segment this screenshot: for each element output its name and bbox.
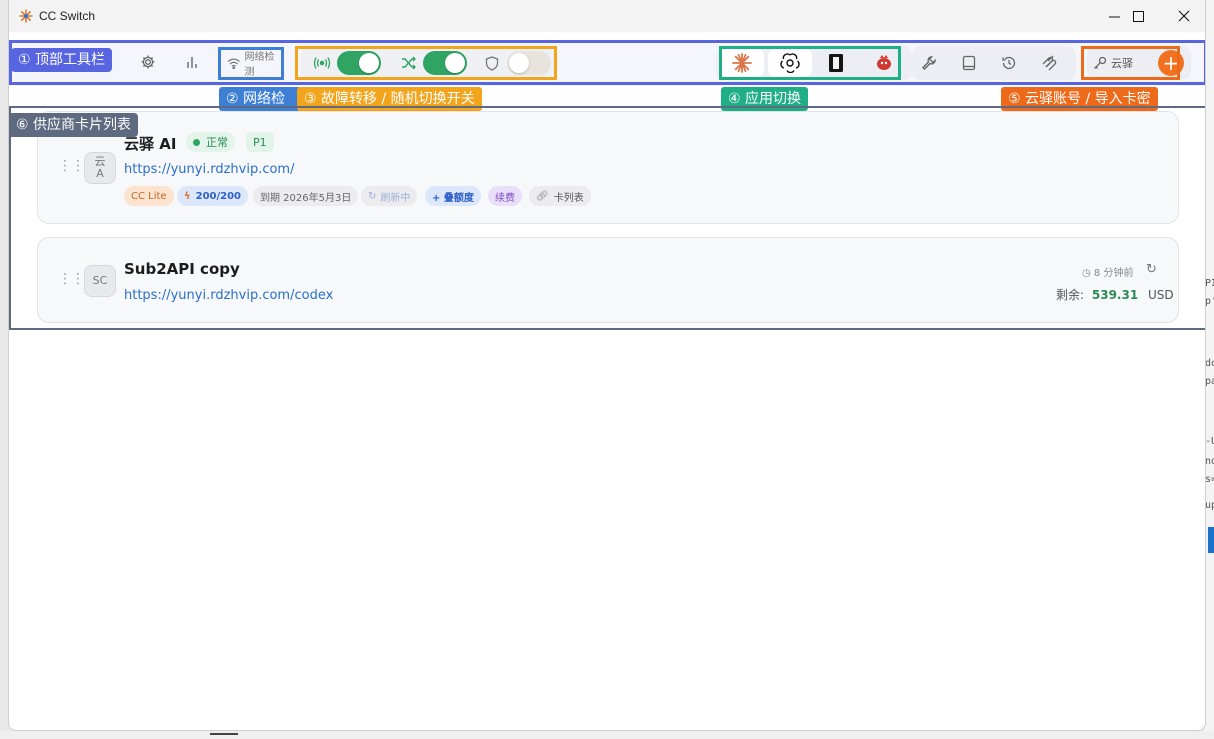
- shuffle-icon: [402, 56, 416, 70]
- avatar-text-line2: A: [96, 167, 104, 180]
- account-label: 云驿: [1111, 57, 1133, 70]
- app-tab-extra[interactable]: [862, 49, 906, 77]
- network-check-button[interactable]: 网络检测: [221, 49, 283, 78]
- network-check-label: 网络检测: [244, 52, 275, 78]
- balance-unit: USD: [1148, 288, 1174, 302]
- annotation-label-cards: ⑥ 供应商卡片列表: [9, 113, 139, 137]
- plug-links-icon: [1042, 55, 1057, 71]
- window-title: CC Switch: [39, 9, 96, 23]
- renew-button[interactable]: 续费: [488, 186, 522, 206]
- terminal-square-icon: [829, 54, 843, 72]
- close-icon: [1178, 10, 1190, 22]
- drag-handle-icon[interactable]: ⋮⋮: [58, 158, 85, 174]
- status-dot-icon: [193, 138, 200, 146]
- refresh-balance-button[interactable]: ↻: [1146, 262, 1157, 277]
- annotation-label-toolbar: ① 顶部工具栏: [11, 48, 113, 72]
- claude-sunburst-icon: [732, 53, 752, 73]
- background-window-edge: PI p' do pa -U nd s= up: [1205, 0, 1214, 739]
- app-logo-icon: [19, 9, 33, 23]
- provider-name: Sub2API copy: [124, 260, 240, 278]
- app-tab-codex[interactable]: [768, 49, 812, 77]
- balance-value: 539.31: [1091, 288, 1139, 302]
- quota-label: 200/200: [195, 190, 242, 202]
- balance-label: 剩余:: [1056, 288, 1085, 302]
- failover-switch[interactable]: [337, 51, 381, 75]
- provider-card[interactable]: ⋮⋮ 云A 云驿 AI 正常 P1 https://yunyi.rdzhvip.…: [37, 111, 1179, 224]
- status-label: 正常: [206, 136, 228, 149]
- add-quota-button[interactable]: + 叠额度: [425, 186, 481, 206]
- history-button[interactable]: [998, 52, 1020, 74]
- bar-chart-icon: [187, 57, 197, 68]
- refresh-label: 刷新中: [380, 192, 411, 204]
- red-bird-icon: [877, 55, 891, 70]
- import-card-button[interactable]: +: [1158, 50, 1184, 76]
- provider-avatar: SC: [84, 265, 116, 297]
- maximize-icon: [1132, 10, 1144, 22]
- top-toolbar: 网络检测 云驿 +: [9, 40, 1205, 86]
- annotation-label-toggles: ③ 故障转移 / 随机切换开关: [297, 87, 482, 111]
- plan-badge: CC Lite: [124, 186, 174, 206]
- tools-button[interactable]: [918, 52, 940, 74]
- stats-button[interactable]: [181, 51, 203, 73]
- annotation-label-network: ② 网络检: [219, 87, 301, 111]
- lightning-icon: ϟ: [184, 190, 191, 202]
- key-icon: [1094, 56, 1107, 69]
- mcp-button[interactable]: [1038, 52, 1060, 74]
- provider-avatar: 云A: [84, 152, 116, 184]
- close-button[interactable]: [1161, 0, 1205, 32]
- account-button[interactable]: 云驿: [1093, 50, 1133, 76]
- account-group: 云驿 +: [1087, 46, 1191, 80]
- quota-badge: ϟ 200/200: [177, 186, 249, 206]
- balance-line: 剩余: 539.31 USD: [1056, 286, 1174, 303]
- random-switch[interactable]: [423, 51, 467, 75]
- failover-toggle-group: [301, 48, 555, 78]
- provider-url[interactable]: https://yunyi.rdzhvip.com/: [124, 162, 294, 177]
- title-bar: CC Switch: [9, 0, 1205, 32]
- drag-handle-icon[interactable]: ⋮⋮: [58, 271, 85, 287]
- app-tab-claude[interactable]: [720, 49, 764, 77]
- history-icon: [1002, 56, 1016, 70]
- updated-time: ◷ 8 分钟前: [1082, 264, 1133, 279]
- background-taskbar-edge: [0, 731, 1214, 739]
- openai-icon: [780, 53, 800, 73]
- gear-icon: [141, 55, 155, 69]
- link-icon: 🔗︎: [536, 190, 549, 202]
- provider-url[interactable]: https://yunyi.rdzhvip.com/codex: [124, 288, 333, 303]
- wifi-icon: [227, 58, 240, 69]
- docs-button[interactable]: [958, 52, 980, 74]
- expiry-badge: 到期 2026年5月3日: [253, 186, 359, 206]
- provider-card[interactable]: ⋮⋮ SC Sub2API copy https://yunyi.rdzhvip…: [37, 237, 1179, 323]
- shield-icon: [485, 55, 499, 71]
- priority-badge: P1: [246, 132, 274, 152]
- card-list-label: 卡列表: [553, 192, 584, 204]
- annotation-label-apps: ④ 应用切换: [721, 87, 809, 111]
- app-switcher: [716, 46, 912, 80]
- app-tab-gemini[interactable]: [814, 49, 858, 77]
- random-switch-toggle[interactable]: [401, 51, 467, 75]
- refresh-icon: ↻: [368, 190, 377, 202]
- proxy-guard-switch[interactable]: [507, 51, 551, 75]
- wrench-icon: [922, 56, 936, 70]
- app-window: CC Switch 网络检测 云驿 + ⋮⋮ 云 A 云驿 AI 正常 P1 h…: [8, 0, 1206, 731]
- book-icon: [962, 55, 976, 71]
- failover-toggle[interactable]: [313, 51, 381, 75]
- refresh-button[interactable]: ↻ 刷新中: [361, 186, 418, 206]
- broadcast-icon: [313, 57, 331, 69]
- card-list-button[interactable]: 🔗︎ 卡列表: [529, 186, 591, 206]
- annotation-label-account: ⑤ 云驿账号 / 导入卡密: [1001, 87, 1158, 111]
- clock-icon: ◷: [1082, 268, 1094, 279]
- proxy-guard-toggle[interactable]: [485, 51, 551, 75]
- maximize-button[interactable]: [1115, 0, 1161, 32]
- tools-group: [912, 46, 1076, 80]
- updated-label: 8 分钟前: [1093, 268, 1134, 279]
- status-badge: 正常: [186, 132, 235, 152]
- settings-button[interactable]: [137, 51, 159, 73]
- refresh-icon: ↻: [1146, 262, 1157, 277]
